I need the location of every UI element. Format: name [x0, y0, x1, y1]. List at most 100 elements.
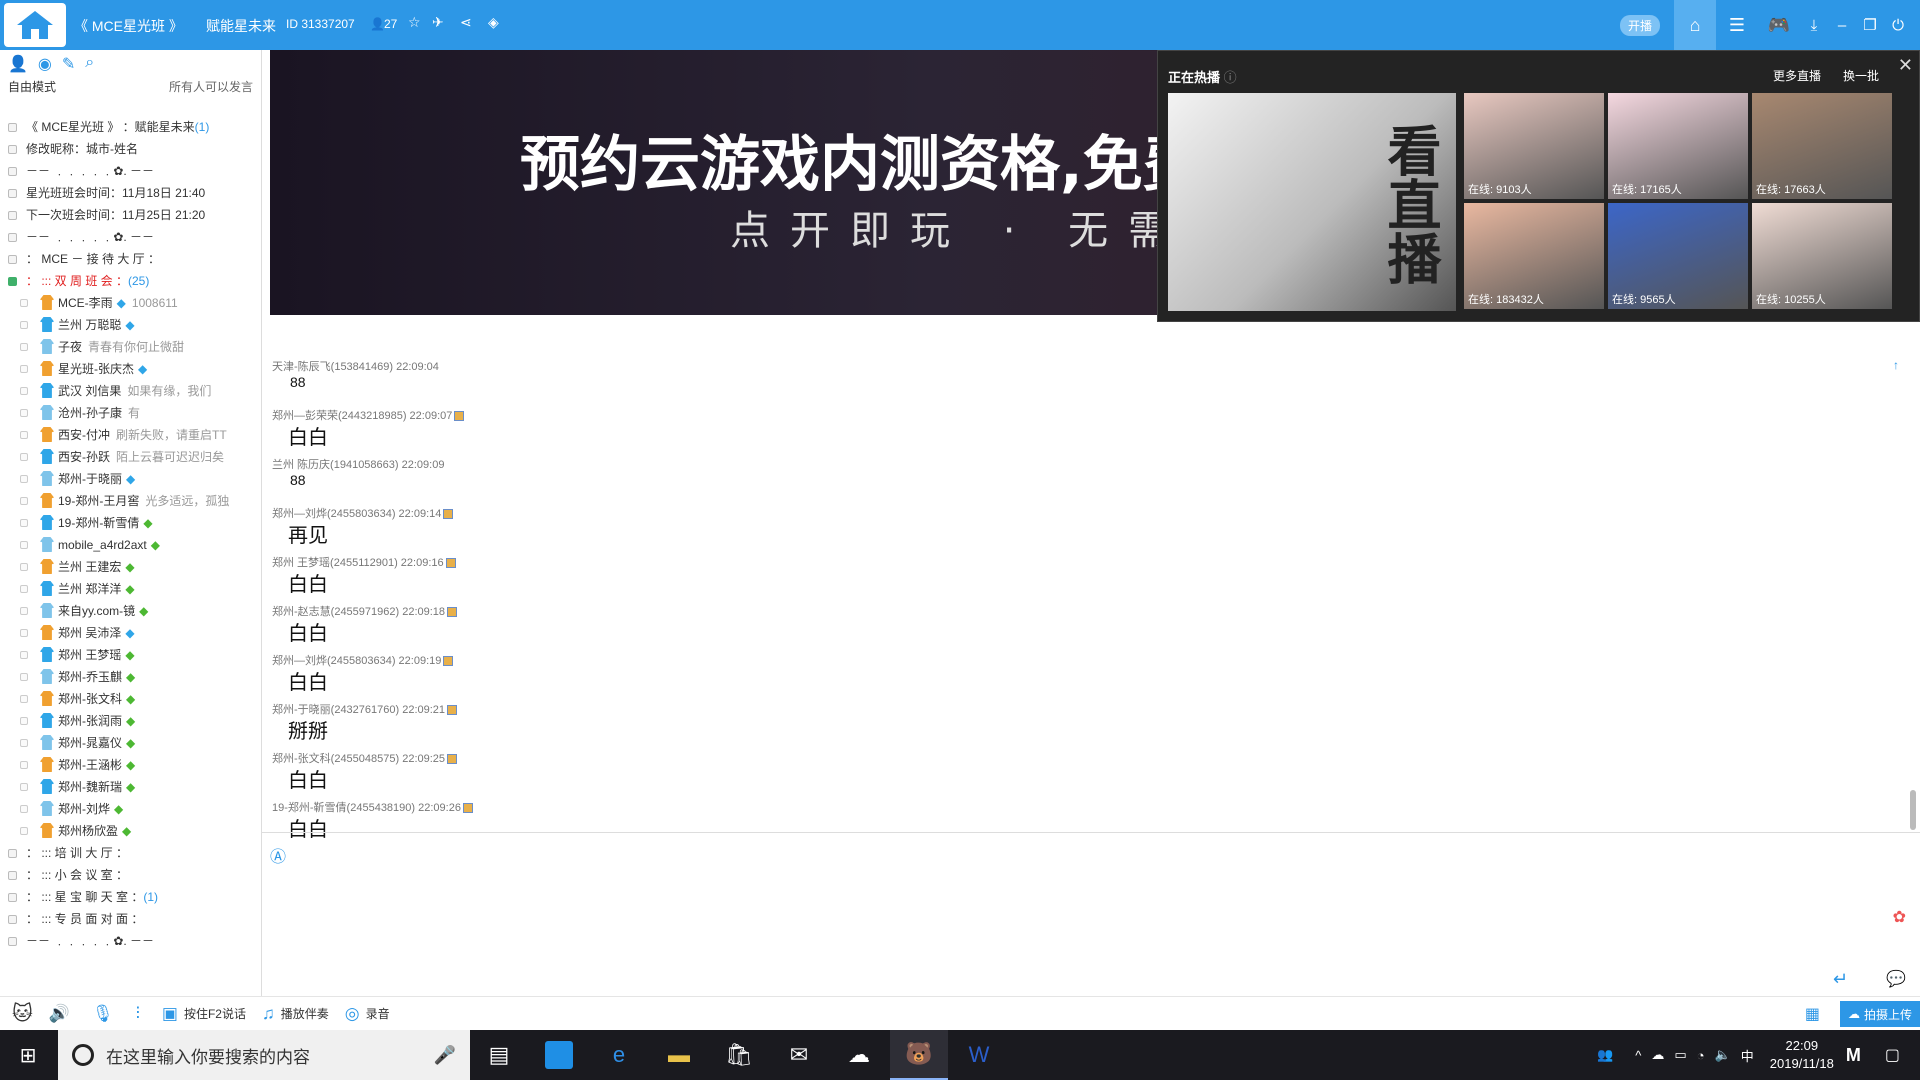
mode-label[interactable]: 自由模式 — [8, 76, 56, 98]
expand-icon[interactable] — [8, 123, 17, 132]
message-sender[interactable]: 兰州 陈历庆(1941058663) 22:09:09 — [272, 459, 444, 471]
chevron-up-icon[interactable]: ^ — [1635, 1048, 1641, 1063]
expand-icon[interactable] — [8, 189, 17, 198]
notification-icon[interactable]: ▢ — [1885, 1045, 1900, 1065]
channel-row[interactable]: 修改昵称：城市-姓名 — [0, 138, 262, 160]
expand-icon[interactable] — [8, 211, 17, 220]
chat-bubble-icon[interactable]: 💬 — [1886, 969, 1906, 989]
list-icon[interactable]: ☰ — [1716, 0, 1758, 50]
power-icon[interactable]: ⏻ — [1884, 17, 1912, 34]
member-row[interactable]: 兰州 万聪聪 ◆ — [0, 314, 262, 336]
member-row[interactable]: 19-郑州-王月窖 光多适远，孤独 — [0, 490, 262, 512]
channel-row[interactable]: ： ::: 星 宝 聊 天 室 ：(1) — [0, 886, 262, 908]
task-view-icon[interactable]: ▤ — [470, 1030, 528, 1080]
member-row[interactable]: 郑州-王涵彬 ◆ — [0, 754, 262, 776]
member-row[interactable]: 西安-付冲 刷新失败，请重启TT — [0, 424, 262, 446]
grid-icon[interactable]: ▦ — [1805, 1004, 1820, 1024]
onedrive-icon[interactable]: ☁ — [1651, 1047, 1664, 1063]
restore-icon[interactable]: ❐ — [1856, 16, 1884, 34]
edit-icon[interactable]: ✎ — [62, 54, 75, 73]
store-icon[interactable]: 🛍 — [710, 1030, 768, 1080]
speaker-icon[interactable]: 🔊 — [49, 1004, 76, 1024]
flower-gift-icon[interactable]: ✿ — [1893, 907, 1906, 927]
live-thumbnail[interactable]: 在线: 17663人 — [1752, 93, 1892, 199]
channel-row[interactable]: －－ ﹒﹒﹒﹒﹒✿. －－ — [0, 226, 262, 248]
live-thumbnail[interactable]: 在线: 10255人 — [1752, 203, 1892, 309]
live-thumbnail[interactable]: 在线: 17165人 — [1608, 93, 1748, 199]
cortana-icon[interactable] — [72, 1044, 94, 1066]
qq-icon[interactable] — [530, 1030, 588, 1080]
more-live-link[interactable]: 更多直播 — [1773, 67, 1821, 84]
member-row[interactable]: 子夜 青春有你何止微甜 — [0, 336, 262, 358]
clock[interactable]: 22:09 2019/11/18 — [1770, 1037, 1834, 1073]
member-row[interactable]: 郑州-于晓丽 ◆ — [0, 468, 262, 490]
windows-start-icon[interactable]: ⊞ — [0, 1030, 56, 1080]
channel-row[interactable]: 星光班班会时间：11月18日 21:40 — [0, 182, 262, 204]
channel-row[interactable]: ： ::: 培 训 大 厅 ： — [0, 842, 262, 864]
f2-talk-button[interactable]: ▣ 按住F2说话 — [162, 1004, 246, 1024]
play-music-button[interactable]: ♫ 播放伴奏 — [262, 1004, 329, 1024]
expand-icon[interactable] — [8, 233, 17, 242]
favorite-star-icon[interactable]: ☆ — [408, 14, 421, 31]
yy-home-logo[interactable] — [4, 3, 66, 47]
expand-icon[interactable] — [8, 915, 17, 924]
channel-row[interactable]: 下一次班会时间：11月25日 21:20 — [0, 204, 262, 226]
mail-icon[interactable]: ✉ — [770, 1030, 828, 1080]
channel-row[interactable]: －－ ﹒﹒﹒﹒﹒✿. －－ — [0, 160, 262, 182]
member-row[interactable]: 郑州-晁嘉仪 ◆ — [0, 732, 262, 754]
wifi-icon[interactable]: ◔ — [1697, 1048, 1705, 1063]
member-row[interactable]: 郑州-魏新瑞 ◆ — [0, 776, 262, 798]
scroll-top-icon[interactable]: ↑ — [1893, 358, 1899, 372]
chat-scrollbar[interactable] — [1910, 790, 1916, 830]
share-icon[interactable]: ⋖ — [460, 14, 472, 31]
battery-icon[interactable]: ▭ — [1674, 1047, 1686, 1063]
font-style-icon[interactable]: Ⓐ — [270, 843, 286, 867]
expand-icon[interactable] — [8, 145, 17, 154]
collapse-icon[interactable] — [8, 277, 17, 286]
expand-icon[interactable] — [8, 255, 17, 264]
member-row[interactable]: 西安-孙跃 陌上云暮可迟迟归矣 — [0, 446, 262, 468]
baidu-netdisk-icon[interactable]: ☁ — [830, 1030, 888, 1080]
avatar[interactable]: 🐱 — [12, 1001, 33, 1026]
close-icon[interactable]: ✕ — [1898, 55, 1913, 76]
member-row[interactable]: 星光班-张庆杰 ◆ — [0, 358, 262, 380]
yy-icon[interactable]: 🐻 — [890, 1030, 948, 1080]
mic-icon[interactable]: 🎤 — [434, 1045, 456, 1066]
ime-indicator[interactable]: 中 — [1741, 1046, 1754, 1065]
channel-row[interactable]: ： ::: 小 会 议 室 ： — [0, 864, 262, 886]
member-row[interactable]: 兰州 郑洋洋 ◆ — [0, 578, 262, 600]
channel-row[interactable]: ： ::: 专 员 面 对 面 ： — [0, 908, 262, 930]
channel-row[interactable]: 《 MCE星光班 》 ：赋能星未来(1) — [0, 116, 262, 138]
message-sender[interactable]: 天津-陈辰飞(153841469) 22:09:04 — [272, 361, 439, 373]
search-icon[interactable]: ⌕ — [85, 54, 94, 72]
hot-live-feature[interactable]: 看直播 — [1168, 93, 1456, 311]
download-icon[interactable]: ⤓ — [1800, 17, 1828, 34]
taskbar-search[interactable]: 在这里输入你要搜索的内容 🎤 — [58, 1030, 470, 1080]
member-row[interactable]: MCE-李雨 ◆ 1008611 — [0, 292, 262, 314]
member-row[interactable]: 郑州-张润雨 ◆ — [0, 710, 262, 732]
word-icon[interactable]: W — [950, 1030, 1008, 1080]
fly-icon[interactable]: ✈ — [432, 14, 444, 31]
mixer-icon[interactable]: ⫶ — [136, 1004, 146, 1024]
minimize-icon[interactable]: – — [1828, 17, 1856, 34]
member-row[interactable]: 郑州-张文科 ◆ — [0, 688, 262, 710]
member-row[interactable]: mobile_a4rd2axt ◆ — [0, 534, 262, 556]
gamepad-icon[interactable]: 🎮 — [1758, 0, 1800, 50]
expand-icon[interactable] — [8, 937, 17, 946]
member-row[interactable]: 郑州-刘烨 ◆ — [0, 798, 262, 820]
volume-icon[interactable]: 🔈 — [1715, 1047, 1731, 1063]
edge-icon[interactable]: e — [590, 1030, 648, 1080]
expand-icon[interactable] — [8, 871, 17, 880]
user-icon[interactable]: 👤 — [8, 54, 28, 73]
member-row[interactable]: 郑州杨欣盈 ◆ — [0, 820, 262, 842]
member-row[interactable]: 武汉 刘信果 如果有缘，我们 — [0, 380, 262, 402]
member-row[interactable]: 兰州 王建宏 ◆ — [0, 556, 262, 578]
member-row[interactable]: 来自yy.com-镜 ◆ — [0, 600, 262, 622]
member-row[interactable]: 郑州 王梦瑶 ◆ — [0, 644, 262, 666]
send-enter-icon[interactable]: ↵ — [1833, 969, 1848, 990]
live-thumbnail[interactable]: 在线: 9103人 — [1464, 93, 1604, 199]
channel-row[interactable]: －－ ﹒﹒﹒﹒﹒✿. －－ — [0, 930, 262, 952]
member-row[interactable]: 沧州-孙子康有 — [0, 402, 262, 424]
live-thumbnail[interactable]: 在线: 9565人 — [1608, 203, 1748, 309]
microphone-icon[interactable]: 🎙 — [92, 1004, 120, 1024]
